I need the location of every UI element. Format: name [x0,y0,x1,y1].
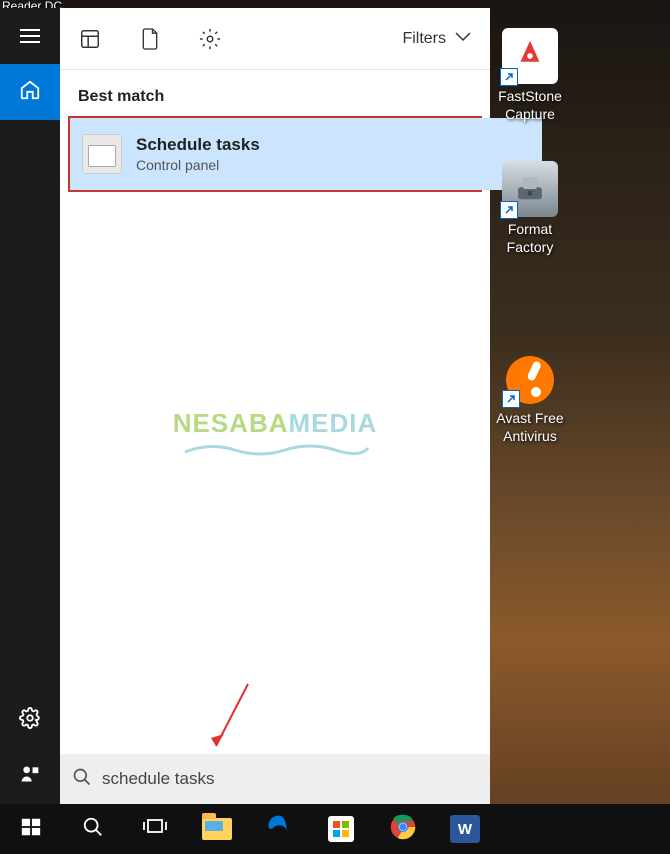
folder-icon [202,818,232,840]
chrome-button[interactable] [372,804,434,854]
gear-icon [19,707,41,734]
search-input[interactable] [102,769,478,789]
taskview-button[interactable] [124,804,186,854]
home-icon [19,79,41,106]
desktop-icons: FastStone Capture Format Factory Avast F… [490,28,570,445]
watermark-wave-icon [180,440,370,458]
result-title: Schedule tasks [136,135,260,155]
user-button[interactable] [0,748,60,804]
search-icon [72,767,92,792]
file-explorer-button[interactable] [186,804,248,854]
desktop-label: FastStone Capture [490,88,570,123]
best-match-heading: Best match [60,70,490,116]
result-schedule-tasks[interactable]: Schedule tasks Control panel [68,116,482,192]
store-button[interactable] [310,804,372,854]
word-icon: W [450,815,480,843]
faststone-icon [502,28,558,84]
desktop-label: Avast Free Antivirus [490,410,570,445]
chevron-down-icon [454,30,472,48]
taskbar: W [0,804,670,854]
filters-button[interactable]: Filters [402,30,472,48]
panel-header: Filters [60,8,490,70]
hamburger-icon [20,29,40,43]
filters-label: Filters [402,30,446,48]
search-icon [82,816,104,843]
chrome-icon [389,813,417,846]
settings-button[interactable] [0,692,60,748]
user-icon [20,764,40,789]
taskbar-search-button[interactable] [62,804,124,854]
control-panel-icon [82,134,122,174]
annotation-arrow-icon [204,680,254,760]
result-subtitle: Control panel [136,157,260,173]
start-button[interactable] [0,804,62,854]
hamburger-menu-button[interactable] [0,8,60,64]
shortcut-arrow-icon [502,390,520,408]
desktop-icon-formatfactory[interactable]: Format Factory [490,161,570,256]
edge-icon [265,813,293,846]
avast-icon [504,354,556,406]
watermark: NESABA MEDIA [173,408,378,439]
shortcut-arrow-icon [500,201,518,219]
desktop-icon-avast[interactable]: Avast Free Antivirus [490,354,570,445]
search-input-row [60,754,490,804]
windows-icon [20,816,42,843]
taskview-icon [143,817,167,842]
apps-tab-icon[interactable] [78,27,102,51]
search-panel: Filters Best match Schedule tasks Contro… [60,8,490,804]
edge-button[interactable] [248,804,310,854]
start-sidebar [0,8,60,804]
formatfactory-icon [502,161,558,217]
home-button[interactable] [0,64,60,120]
document-tab-icon[interactable] [138,27,162,51]
desktop-label: Format Factory [490,221,570,256]
result-text: Schedule tasks Control panel [136,135,260,173]
word-button[interactable]: W [434,804,496,854]
store-icon [328,816,354,842]
desktop-icon-faststone[interactable]: FastStone Capture [490,28,570,123]
shortcut-arrow-icon [500,68,518,86]
settings-tab-icon[interactable] [198,27,222,51]
